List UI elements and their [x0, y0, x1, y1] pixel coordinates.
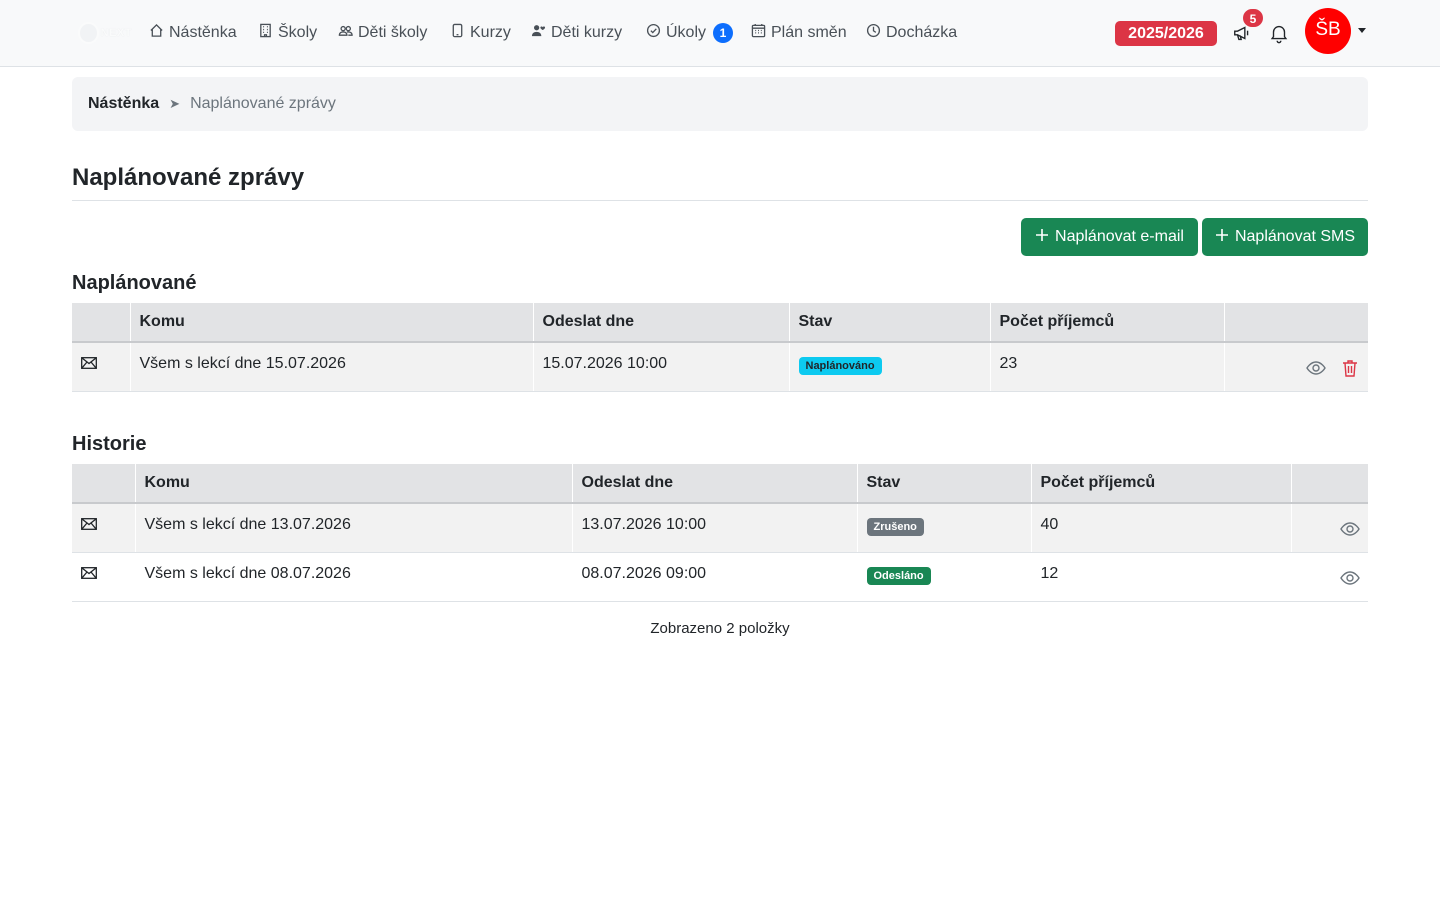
cell-actions: [1223, 342, 1368, 392]
cell-recipient-count: 12: [1030, 552, 1291, 602]
envelope-icon: [72, 503, 135, 553]
table-header-row: Komu Odeslat dne Stav Počet příjemců: [72, 303, 1368, 343]
top-navbar: NEXT Nástěnka Školy Děti školy Kurzy Dět…: [0, 0, 1440, 67]
column-header-odeslat-dne: Odeslat dne: [532, 303, 789, 343]
delete-trash-icon[interactable]: [1338, 358, 1360, 378]
megaphone-icon: [1232, 26, 1254, 48]
cell-actions: [1290, 552, 1368, 602]
scheduled-table: Komu Odeslat dne Stav Počet příjemců Vše…: [72, 303, 1368, 392]
user-avatar[interactable]: ŠB: [1305, 8, 1351, 54]
plus-icon: [1215, 228, 1229, 247]
calendar-icon: [751, 23, 766, 43]
app-logo[interactable]: NEXT: [78, 20, 132, 46]
schedule-sms-label: Naplánovat SMS: [1234, 228, 1356, 245]
announcements-count-badge: 5: [1242, 8, 1264, 28]
tablet-icon: [450, 23, 465, 43]
cell-recipient-count: 40: [1030, 503, 1291, 553]
nav-item-ukoly[interactable]: Úkoly 1: [646, 20, 734, 46]
status-badge: Odesláno: [866, 566, 931, 585]
breadcrumb: Nástěnka ➤ Naplánované zprávy: [72, 77, 1368, 131]
cell-recipient-count: 23: [989, 342, 1224, 392]
status-badge: Zrušeno: [866, 518, 924, 536]
notifications-button[interactable]: [1268, 22, 1292, 46]
column-header-actions: [1290, 464, 1368, 504]
cell-recipient-group: Všem s lekcí dne 08.07.2026: [134, 552, 572, 602]
bell-icon: [1268, 25, 1290, 48]
home-icon: [149, 23, 164, 43]
table-header-row: Komu Odeslat dne Stav Počet příjemců: [72, 464, 1368, 504]
column-header-icon: [72, 303, 130, 343]
history-section-title: Historie: [72, 433, 147, 455]
column-header-stav: Stav: [856, 464, 1031, 504]
cell-actions: [1290, 503, 1368, 553]
nav-item-skoly[interactable]: Školy: [258, 20, 317, 46]
cell-send-at: 08.07.2026 09:00: [571, 552, 857, 602]
people-icon: [338, 23, 353, 43]
check-circle-icon: [646, 23, 661, 43]
nav-item-label: Nástěnka: [169, 24, 237, 41]
nav-item-label: Úkoly: [666, 24, 707, 41]
cell-status: Odesláno: [856, 552, 1031, 602]
items-count-footer: Zobrazeno 2 položky: [650, 620, 790, 637]
nav-item-plan-smen[interactable]: Plán směn: [751, 20, 847, 46]
building-icon: [258, 23, 273, 43]
nav-item-deti-kurzy[interactable]: Děti kurzy: [531, 20, 622, 46]
view-eye-icon[interactable]: [1338, 568, 1360, 588]
column-header-pocet-prijemcu: Počet příjemců: [989, 303, 1224, 343]
nav-item-label: Školy: [278, 24, 318, 41]
cell-send-at: 15.07.2026 10:00: [532, 342, 789, 392]
tasks-count-badge: 1: [713, 23, 734, 43]
column-header-odeslat-dne: Odeslat dne: [571, 464, 857, 504]
envelope-icon: [72, 342, 130, 392]
cell-status: Naplánováno: [788, 342, 990, 392]
nav-item-dochazka[interactable]: Docházka: [866, 20, 957, 46]
envelope-icon: [72, 552, 135, 602]
table-row: Všem s lekcí dne 15.07.2026 15.07.2026 1…: [72, 342, 1368, 392]
column-header-actions: [1223, 303, 1368, 343]
page-title: Naplánované zprávy: [72, 164, 305, 191]
column-header-komu: Komu: [134, 464, 572, 504]
person-heart-icon: [531, 23, 546, 43]
breadcrumb-current: Naplánované zprávy: [190, 95, 336, 112]
nav-item-kurzy[interactable]: Kurzy: [450, 20, 511, 46]
clock-icon: [866, 23, 881, 43]
schedule-email-button[interactable]: Naplánovat e-mail: [1021, 218, 1198, 256]
cell-status: Zrušeno: [856, 503, 1031, 553]
nav-item-label: Docházka: [886, 24, 958, 41]
schedule-sms-button[interactable]: Naplánovat SMS: [1202, 218, 1368, 256]
breadcrumb-home-link[interactable]: Nástěnka: [88, 95, 159, 113]
season-selector[interactable]: 2025/2026: [1115, 21, 1217, 46]
nav-item-label: Děti kurzy: [551, 24, 623, 41]
history-table: Komu Odeslat dne Stav Počet příjemců Vše…: [72, 464, 1368, 602]
nav-item-label: Kurzy: [470, 24, 511, 41]
column-header-stav: Stav: [788, 303, 990, 343]
nav-item-nastenka[interactable]: Nástěnka: [149, 20, 237, 46]
column-header-pocet-prijemcu: Počet příjemců: [1030, 464, 1291, 504]
column-header-komu: Komu: [129, 303, 533, 343]
nav-item-label: Děti školy: [358, 24, 428, 41]
scheduled-section-title: Naplánované: [72, 272, 197, 294]
cell-recipient-group: Všem s lekcí dne 15.07.2026: [129, 342, 533, 392]
cell-recipient-group: Všem s lekcí dne 13.07.2026: [134, 503, 572, 553]
logo-text: NEXT: [100, 27, 132, 39]
title-divider: [72, 200, 1368, 201]
nav-item-deti-skoly[interactable]: Děti školy: [338, 20, 427, 46]
schedule-email-label: Naplánovat e-mail: [1055, 228, 1184, 245]
view-eye-icon[interactable]: [1338, 519, 1360, 539]
cell-send-at: 13.07.2026 10:00: [571, 503, 857, 553]
breadcrumb-separator-icon: ➤: [169, 96, 181, 111]
column-header-icon: [72, 464, 135, 504]
logo-mark: [78, 22, 99, 44]
plus-icon: [1035, 228, 1049, 247]
view-eye-icon[interactable]: [1304, 358, 1326, 378]
nav-item-label: Plán směn: [771, 24, 847, 41]
table-row: Všem s lekcí dne 13.07.2026 13.07.2026 1…: [72, 503, 1368, 553]
table-row: Všem s lekcí dne 08.07.2026 08.07.2026 0…: [72, 552, 1368, 602]
user-menu-chevron-down-icon[interactable]: [1358, 28, 1366, 33]
status-badge: Naplánováno: [798, 357, 882, 375]
